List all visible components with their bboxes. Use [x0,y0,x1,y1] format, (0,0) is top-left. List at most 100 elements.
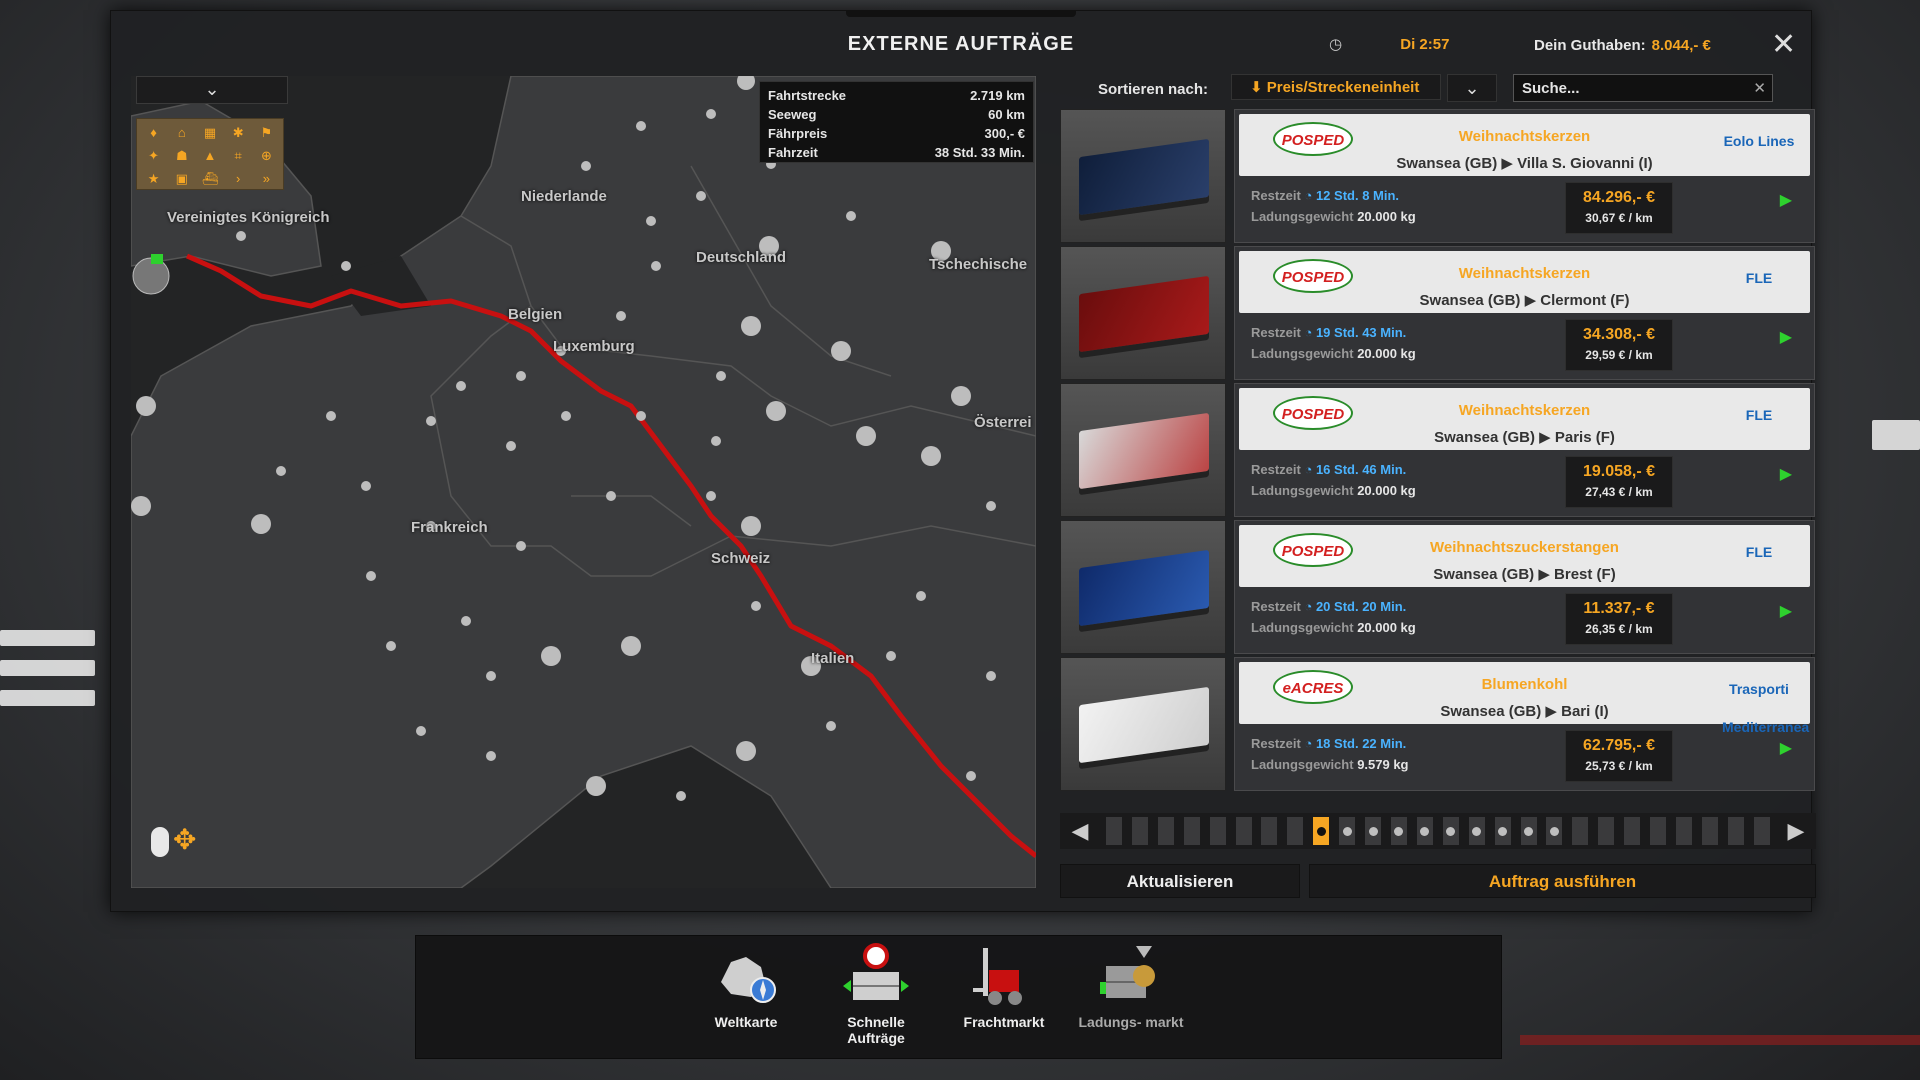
page-slot[interactable] [1598,817,1615,845]
map-filter-panel[interactable]: ♦ ⌂ ▦ ✱ ⚑ ✦ ☗ ▲ ⌗ ⊕ ★ ▣ ⛴ › » [136,118,284,190]
sort-dropdown-button[interactable]: ⌄ [1447,74,1497,102]
fuel-icon[interactable]: ♦ [141,123,166,143]
select-arrow-icon[interactable]: ▶ [1780,190,1792,210]
job-card[interactable]: POSPED Weihnachtszuckerstangen Swansea (… [1234,520,1815,654]
remaining-label: Restzeit [1251,325,1301,340]
photo-icon[interactable]: ⌗ [226,146,251,166]
clear-search-icon[interactable]: ✕ [1753,75,1766,103]
page-slot[interactable] [1416,817,1433,845]
service-icon[interactable]: ✱ [226,123,251,143]
select-arrow-icon[interactable]: ▶ [1780,464,1792,484]
page-slot[interactable] [1520,817,1537,845]
remaining-time: Restzeit ◔ 18 Std. 22 Min. [1251,736,1406,751]
page-slot[interactable] [1650,817,1667,845]
refresh-button[interactable]: Aktualisieren [1060,864,1300,898]
page-slot[interactable] [1442,817,1459,845]
sort-select[interactable]: ⬇ Preis/Streckeneinheit [1231,74,1441,100]
price-total: 11.337,- € [1583,600,1655,617]
dock-world-map[interactable]: Weltkarte [691,942,801,1030]
chevron-down-icon: ⌄ [204,79,220,99]
page-slot[interactable] [1261,817,1278,845]
chevron-down-icon: ⌄ [1464,78,1480,98]
job-card[interactable]: eACRES Blumenkohl Swansea (GB) ▶ Bari (I… [1234,657,1815,791]
job-row[interactable]: eACRES Blumenkohl Swansea (GB) ▶ Bari (I… [1060,657,1816,791]
sort-selected: Preis/Streckeneinheit [1266,79,1420,96]
mouse-icon [151,826,169,857]
trailer-thumbnail[interactable] [1060,520,1226,654]
map-label-uk: Vereinigtes Königreich [167,209,330,226]
page-slot[interactable] [1313,817,1330,845]
select-arrow-icon[interactable]: ▶ [1780,327,1792,347]
page-slot[interactable] [1572,817,1589,845]
hotel-icon[interactable]: ✦ [141,146,166,166]
job-row[interactable]: POSPED Weihnachtskerzen Swansea (GB) ▶ P… [1060,383,1816,517]
job-icon[interactable]: ⚑ [254,123,279,143]
star-icon[interactable]: ★ [141,169,166,189]
weigh-icon[interactable]: ⊕ [254,146,279,166]
route-map[interactable]: Vereinigtes Königreich Niederlande Deuts… [131,76,1036,888]
execute-job-button[interactable]: Auftrag ausführen [1309,864,1816,898]
trailer-thumbnail[interactable] [1060,657,1226,791]
timer-icon: ◔ [1304,188,1316,203]
price-total: 19.058,- € [1582,463,1656,480]
page-slot[interactable] [1365,817,1382,845]
garage-icon[interactable]: ⌂ [169,123,194,143]
page-slot[interactable] [1287,817,1304,845]
page-slot[interactable] [1157,817,1174,845]
page-slot[interactable] [1235,817,1252,845]
page-slot[interactable] [1753,817,1770,845]
job-list: POSPED Weihnachtskerzen Swansea (GB) ▶ V… [1060,109,1816,794]
cargo-weight: Ladungsgewicht 9.579 kg [1251,757,1409,772]
dock-quick-jobs[interactable]: Schnelle Aufträge [821,942,931,1046]
balance-label: Dein Guthaben: [1534,37,1646,54]
page-slot[interactable] [1468,817,1485,845]
dock-freight-market[interactable]: Frachtmarkt [949,942,1059,1030]
page-slot[interactable] [1339,817,1356,845]
page-slot[interactable] [1209,817,1226,845]
page-slot[interactable] [1183,817,1200,845]
select-arrow-icon[interactable]: ▶ [1780,601,1792,621]
weight-label: Ladungsgewicht [1251,209,1354,224]
page-slot[interactable] [1675,817,1692,845]
route-arrow-icon: ▶ [1501,155,1518,172]
page-slot[interactable] [1727,817,1744,845]
job-price: 62.795,- € 25,73 € / km [1565,730,1673,782]
close-icon[interactable]: ✕ [1771,27,1796,62]
dock-cargo-market[interactable]: Ladungs- markt [1076,942,1186,1030]
trailer-thumbnail[interactable] [1060,246,1226,380]
ferry-icon[interactable]: ⛴ [197,169,222,189]
job-row[interactable]: POSPED Weihnachtszuckerstangen Swansea (… [1060,520,1816,654]
weight-value: 9.579 kg [1357,757,1409,772]
destination-company-logo: FLE [1745,407,1773,423]
page-slot[interactable] [1701,817,1718,845]
adr-icon[interactable]: ▲ [197,146,222,166]
search-input[interactable]: Suche... ✕ [1513,74,1773,102]
trailer-thumbnail[interactable] [1060,383,1226,517]
map-collapse-button[interactable]: ⌄ [136,76,288,104]
recruit-icon[interactable]: ☗ [169,146,194,166]
job-row[interactable]: POSPED Weihnachtskerzen Swansea (GB) ▶ V… [1060,109,1816,243]
prev-page-icon[interactable]: ◀ [1060,818,1100,844]
page-slot[interactable] [1390,817,1407,845]
trailer-thumbnail[interactable] [1060,109,1226,243]
page-slot[interactable] [1624,817,1641,845]
next-page-icon[interactable]: ▶ [1776,818,1816,844]
page-slot[interactable] [1546,817,1563,845]
job-price: 19.058,- € 27,43 € / km [1565,456,1673,508]
job-row[interactable]: POSPED Weihnachtskerzen Swansea (GB) ▶ C… [1060,246,1816,380]
job-card[interactable]: POSPED Weihnachtskerzen Swansea (GB) ▶ C… [1234,246,1815,380]
destination-company-logo: Trasporti Mediterranea [1722,681,1810,735]
cargo-weight: Ladungsgewicht 20.000 kg [1251,209,1416,224]
job-card[interactable]: POSPED Weihnachtskerzen Swansea (GB) ▶ V… [1234,109,1815,243]
truck-dealer-icon[interactable]: ▦ [197,123,222,143]
select-arrow-icon[interactable]: ▶ [1780,738,1792,758]
page-slot[interactable] [1106,817,1122,845]
lock-icon[interactable]: ▣ [169,169,194,189]
job-card[interactable]: POSPED Weihnachtskerzen Swansea (GB) ▶ P… [1234,383,1815,517]
double-arrow-icon[interactable]: » [254,169,279,189]
page-slot[interactable] [1131,817,1148,845]
page-slot[interactable] [1494,817,1511,845]
arrow-icon[interactable]: › [226,169,251,189]
job-price: 84.296,- € 30,67 € / km [1565,182,1673,234]
page-dot [1394,826,1404,836]
